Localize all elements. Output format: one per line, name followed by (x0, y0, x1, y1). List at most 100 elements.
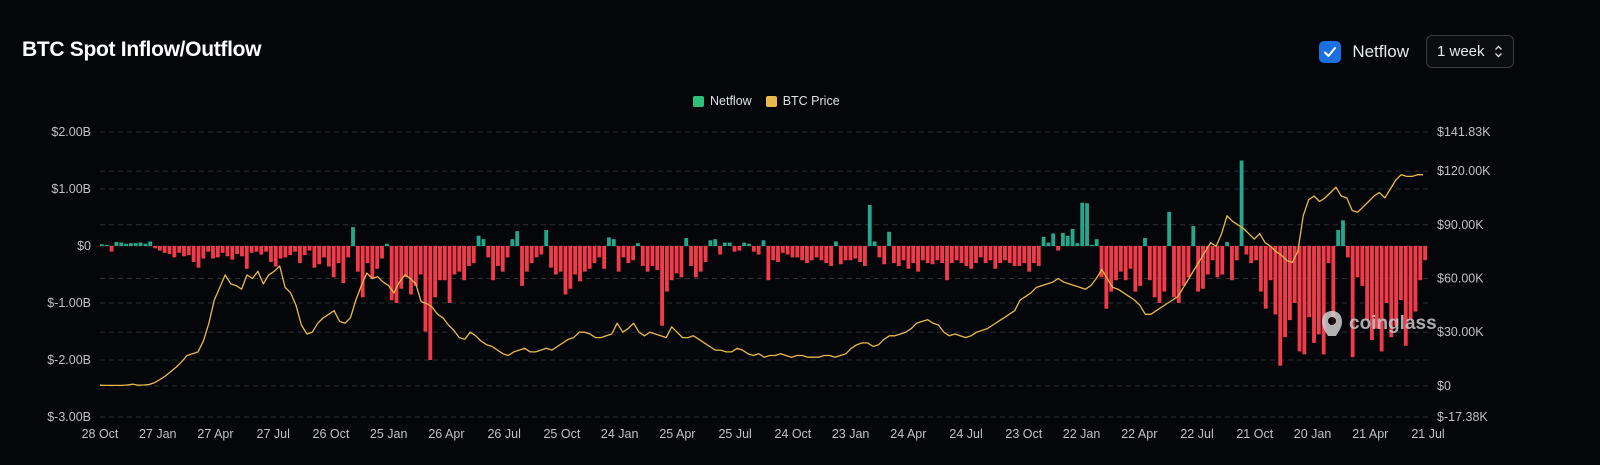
netflow-bar (853, 246, 858, 259)
netflow-bar (529, 246, 534, 264)
netflow-bar (201, 246, 206, 259)
netflow-bar (307, 246, 312, 251)
right-axis-tick: $120.00K (1437, 164, 1491, 178)
netflow-bar (650, 246, 655, 266)
x-axis-tick: 25 Oct (543, 427, 580, 441)
netflow-bar (351, 227, 355, 246)
netflow-bar (1244, 246, 1249, 255)
netflow-bar (1321, 246, 1326, 355)
x-axis-tick: 21 Oct (1236, 427, 1273, 441)
right-axis-tick: $0 (1437, 379, 1451, 393)
netflow-bar (1036, 246, 1041, 266)
left-axis-tick: $0 (77, 239, 91, 253)
netflow-bar (843, 246, 848, 261)
netflow-bar (959, 246, 964, 264)
netflow-bar (326, 246, 331, 267)
left-axis-tick: $-3.00B (47, 410, 91, 424)
netflow-bar (1060, 232, 1065, 246)
netflow-bar (703, 246, 708, 262)
netflow-bar (384, 243, 389, 246)
netflow-bar (1423, 246, 1427, 261)
netflow-bar (935, 246, 940, 261)
netflow-bar (1312, 246, 1316, 343)
netflow-bar (162, 246, 167, 253)
netflow-bar (607, 237, 611, 246)
netflow-bar (983, 246, 988, 264)
netflow-bar (1123, 246, 1128, 281)
netflow-bar (1152, 246, 1157, 298)
netflow-bar (413, 246, 418, 286)
netflow-bar (945, 246, 949, 281)
netflow-bar (1051, 233, 1056, 246)
netflow-bar (640, 246, 645, 266)
netflow-bar (1128, 246, 1133, 269)
netflow-bar (954, 246, 959, 261)
netflow-bar (1070, 228, 1075, 246)
netflow-bar (1326, 246, 1331, 264)
netflow-bar (196, 246, 201, 268)
x-axis-tick: 23 Jan (832, 427, 870, 441)
netflow-bar (592, 246, 597, 264)
netflow-bar (1345, 246, 1350, 258)
netflow-bar (660, 246, 664, 326)
netflow-bar (969, 246, 974, 269)
netflow-bar (312, 246, 317, 268)
netflow-bar (718, 246, 722, 255)
x-axis-tick: 24 Jan (601, 427, 639, 441)
netflow-bar (655, 246, 660, 270)
netflow-bar (829, 246, 834, 266)
netflow-bar (172, 246, 177, 258)
netflow-bar (211, 246, 215, 259)
netflow-bar (1003, 246, 1007, 261)
right-axis-tick: $30.00K (1437, 325, 1484, 339)
netflow-bar (800, 246, 805, 261)
netflow-bar (240, 246, 244, 257)
netflow-bar (790, 246, 795, 258)
netflow-bar (978, 246, 983, 258)
netflow-bar (882, 246, 887, 265)
netflow-bar (1191, 226, 1196, 246)
btc-price-series-line (99, 174, 1423, 387)
left-axis-tick: $1.00B (51, 182, 91, 196)
netflow-bar (1239, 160, 1244, 246)
x-axis-tick: 23 Oct (1005, 427, 1042, 441)
netflow-bar (486, 246, 491, 258)
right-axis-tick: $141.83K (1437, 125, 1491, 139)
netflow-bar (293, 246, 297, 252)
netflow-bar (834, 241, 838, 246)
x-axis-tick: 24 Oct (774, 427, 811, 441)
netflow-bar (1234, 246, 1239, 261)
netflow-bar (1022, 246, 1027, 264)
x-axis-tick: 27 Jul (257, 427, 290, 441)
x-axis-tick: 28 Oct (82, 427, 119, 441)
left-axis-tick: $-2.00B (47, 353, 91, 367)
x-axis-tick: 26 Oct (313, 427, 350, 441)
netflow-bar (602, 246, 607, 269)
netflow-bar (191, 246, 196, 262)
netflow-bar (867, 204, 872, 246)
right-axis-tick: $60.00K (1437, 271, 1484, 285)
netflow-bar (1355, 246, 1360, 278)
netflow-bar (887, 231, 891, 246)
netflow-bar (563, 246, 568, 295)
netflow-bar (558, 246, 563, 272)
netflow-bar (259, 246, 264, 255)
netflow-bar (993, 246, 998, 269)
x-axis-labels: 28 Oct 27 Jan 27 Apr 27 Jul 26 Oct 25 Jan 26 A… (82, 427, 1445, 441)
netflow-bar (684, 238, 689, 246)
watermark-text: coinglass (1349, 313, 1437, 334)
netflow-bar (597, 246, 602, 258)
x-axis-tick: 24 Apr (890, 427, 926, 441)
netflow-bar (515, 231, 520, 246)
netflow-bar (858, 246, 862, 262)
netflow-bar (713, 239, 718, 246)
netflow-bar (1418, 246, 1423, 281)
netflow-bar (1085, 203, 1089, 246)
netflow-bar (133, 243, 138, 246)
netflow-bar (109, 246, 114, 252)
netflow-bar (1336, 230, 1341, 246)
netflow-bar (1065, 235, 1070, 246)
netflow-bar (524, 246, 529, 272)
netflow-bar (1089, 244, 1094, 246)
netflow-bar (665, 246, 669, 292)
